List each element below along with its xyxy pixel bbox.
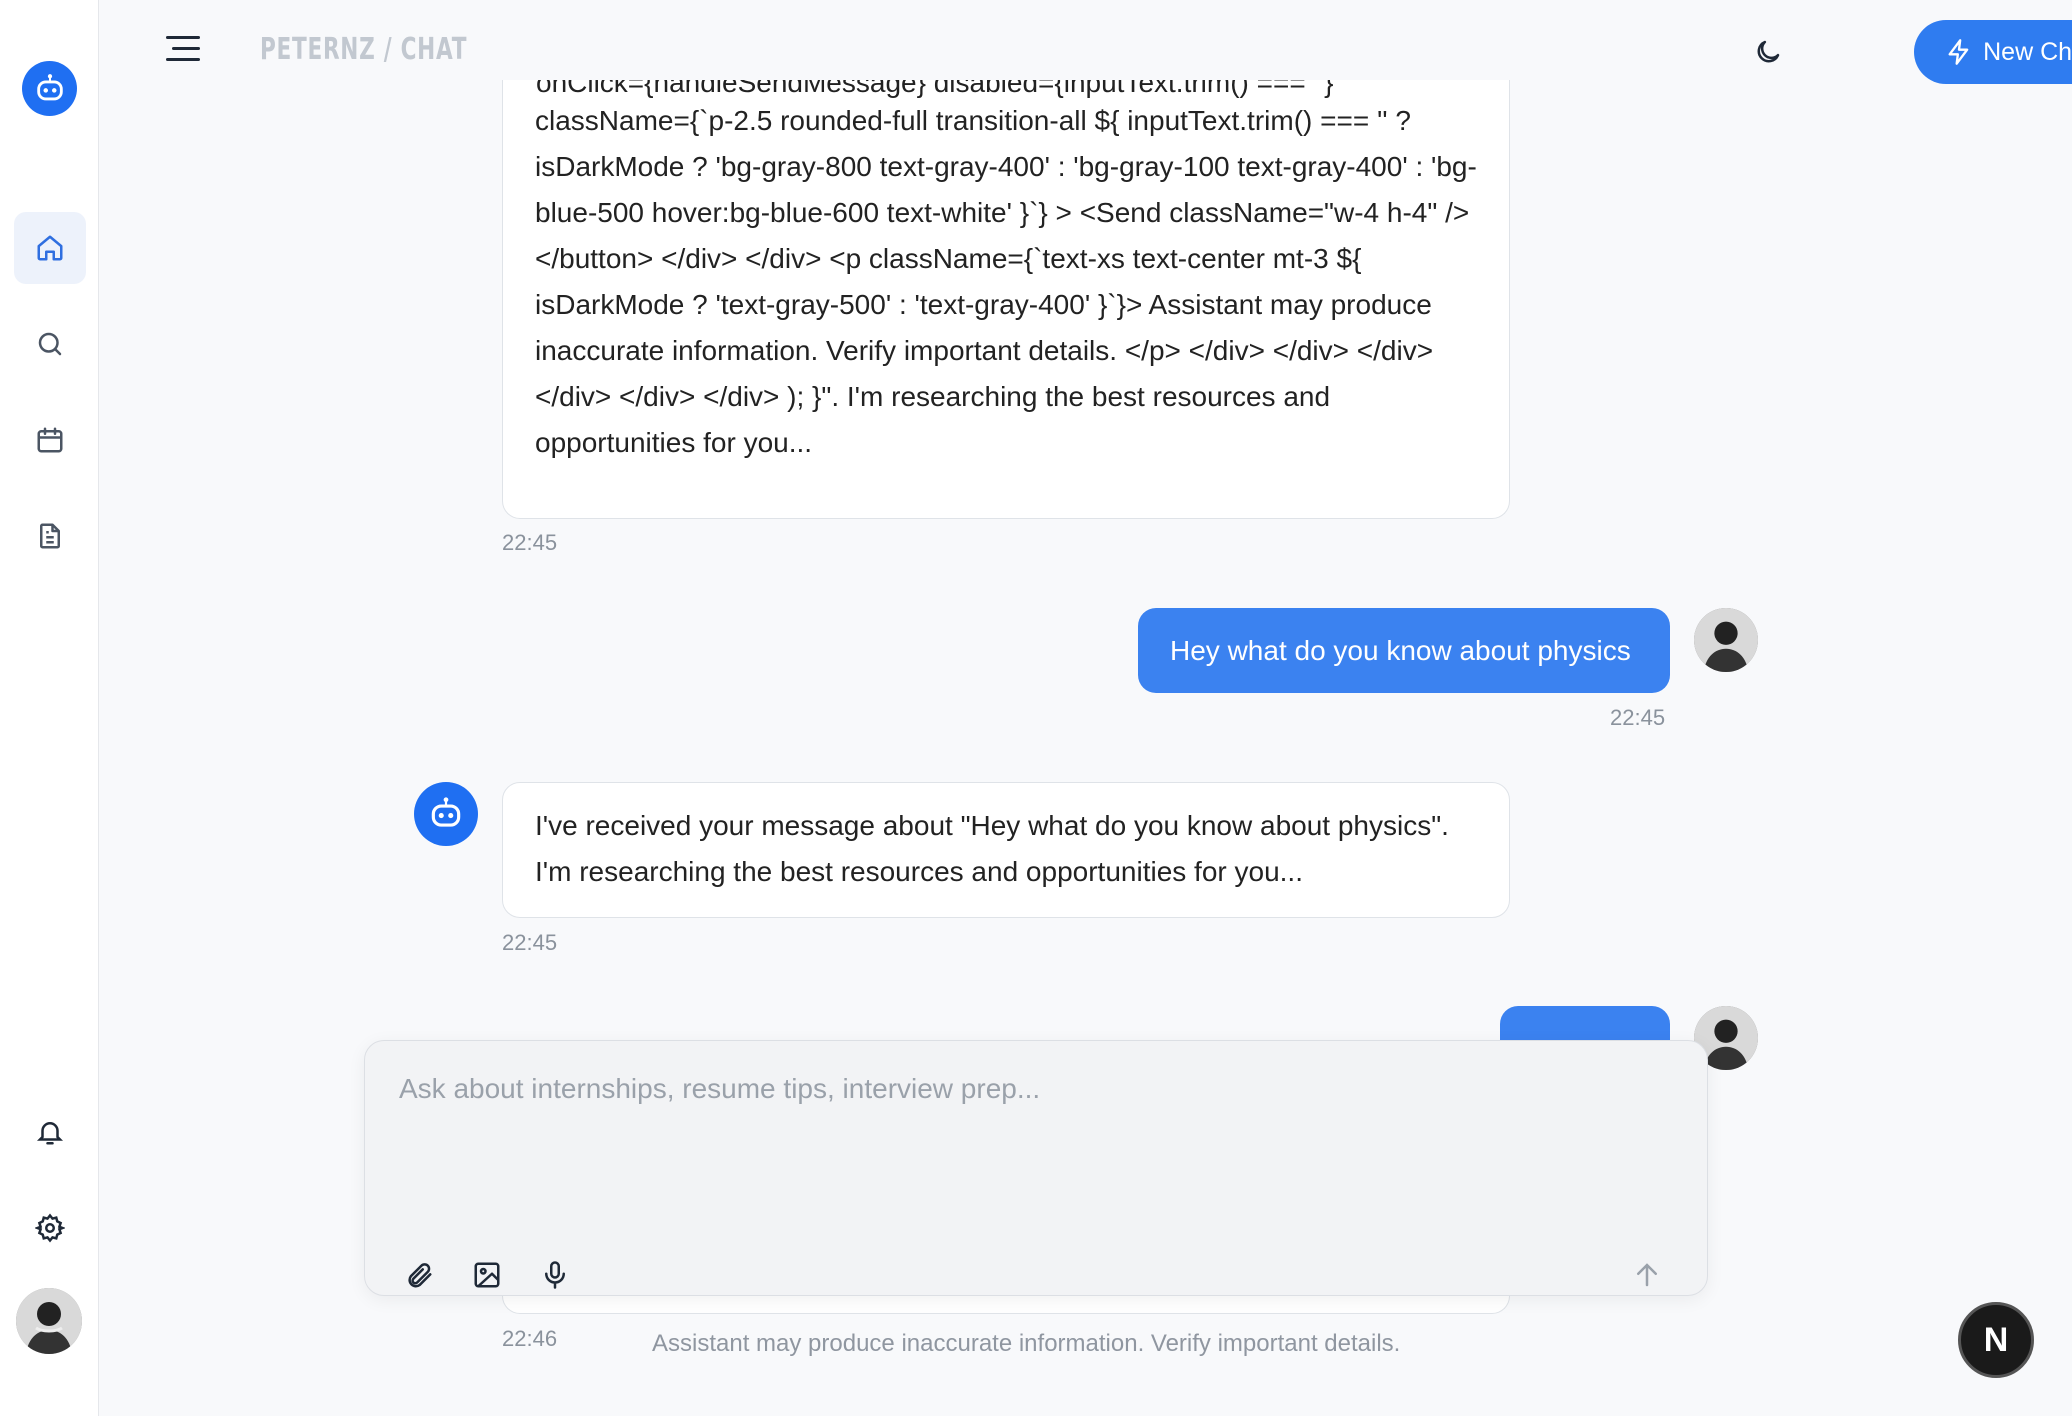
new-chat-label: New Chat (1983, 37, 2072, 66)
message-text: Hey what do you know about physics (1170, 635, 1631, 666)
assistant-message: I've received your message about "Hey wh… (502, 782, 1510, 918)
image-upload-button[interactable] (465, 1253, 509, 1297)
theme-toggle-button[interactable] (1746, 30, 1790, 74)
message-text: I've received your message about "Hey wh… (535, 810, 1449, 887)
user-photo-icon (16, 1288, 82, 1354)
bot-icon (36, 73, 63, 100)
avatar (1694, 608, 1758, 672)
message-time: 22:45 (502, 930, 558, 955)
fab-label: N (1983, 1320, 2009, 1359)
brand-title: PETERNZ / CHAT (260, 32, 468, 67)
disclaimer: Assistant may produce inaccurate informa… (652, 1330, 1401, 1357)
message-input[interactable] (399, 1073, 1669, 1163)
send-button[interactable] (1625, 1253, 1669, 1297)
message-fragment-text: onClick={handleSendMessage} disabled={in… (536, 80, 1334, 98)
sidebar-item-documents[interactable] (14, 500, 86, 572)
avatar[interactable] (16, 1288, 82, 1354)
message-time: 22:45 (502, 530, 558, 555)
sidebar-item-calendar[interactable] (14, 404, 86, 476)
gear-icon (35, 1213, 65, 1243)
paperclip-icon (408, 1263, 432, 1288)
bell-icon (36, 1122, 64, 1145)
user-photo-icon (1694, 608, 1758, 672)
message-time: 22:46 (502, 1326, 558, 1351)
new-chat-button[interactable]: New Chat (1914, 20, 2072, 84)
message-fragment: onClick={handleSendMessage} disabled={in… (502, 80, 1510, 106)
sidebar (0, 0, 99, 1416)
next-devtools-button[interactable]: N (1958, 1302, 2034, 1378)
image-icon (474, 1262, 500, 1288)
bot-icon (431, 797, 461, 827)
bot-avatar (414, 782, 478, 846)
calendar-icon (37, 427, 63, 453)
home-icon (37, 235, 63, 261)
search-icon (38, 332, 62, 356)
document-icon (40, 523, 60, 549)
message-text: className={`p-2.5 rounded-full transitio… (535, 105, 1477, 458)
attach-button[interactable] (397, 1253, 441, 1297)
composer (364, 1040, 1708, 1296)
sidebar-item-notifications[interactable] (14, 1096, 86, 1168)
sidebar-item-search[interactable] (14, 308, 86, 380)
moon-icon (1757, 40, 1780, 63)
hamburger-icon (166, 36, 200, 61)
microphone-icon (545, 1261, 565, 1289)
lightning-icon (1948, 39, 1969, 65)
user-message: Hey what do you know about physics (1138, 608, 1670, 693)
microphone-button[interactable] (533, 1253, 577, 1297)
bot-logo[interactable] (22, 61, 77, 116)
sidebar-item-home[interactable] (14, 212, 86, 284)
sidebar-item-settings[interactable] (14, 1192, 86, 1264)
assistant-message: className={`p-2.5 rounded-full transitio… (502, 80, 1510, 519)
menu-button[interactable] (164, 34, 212, 68)
arrow-up-icon (1637, 1263, 1657, 1287)
message-time: 22:45 (1610, 705, 1666, 730)
